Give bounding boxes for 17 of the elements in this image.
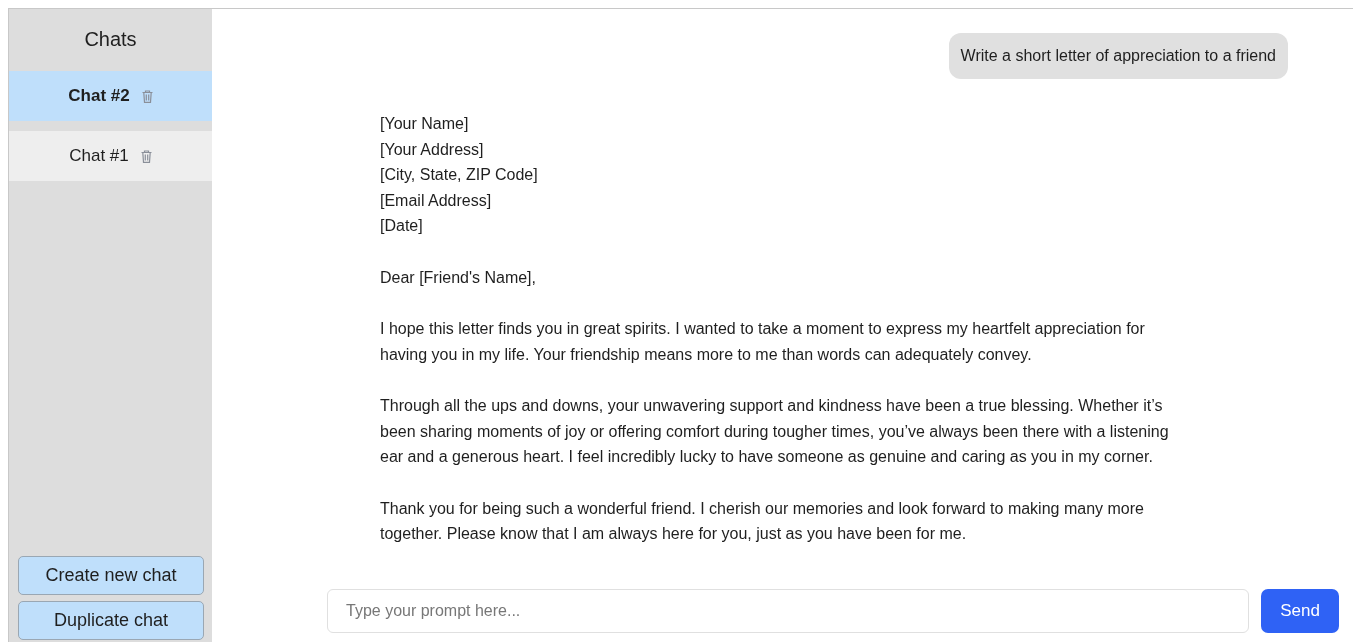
response-paragraph: Dear [Friend's Name], bbox=[380, 267, 537, 288]
chat-label: Chat #1 bbox=[69, 146, 129, 166]
response-paragraph: I hope this letter finds you in great spirits. I wanted to take a moment to express my heartfelt appreciation for having you in my life. Your friendship means more to me than words can adequately convey. bbox=[380, 319, 1146, 365]
trash-icon[interactable] bbox=[141, 89, 153, 103]
chat-label: Chat #2 bbox=[68, 86, 130, 106]
sidebar-button[interactable]: Duplicate chat bbox=[18, 601, 204, 640]
response-paragraph: [Your Name] [Your Address] [City, State, ZIP Code] [Email Address] [Date] bbox=[380, 114, 539, 236]
send-button[interactable]: Send bbox=[1261, 589, 1339, 633]
prompt-field[interactable]: Type your prompt here... bbox=[327, 589, 1249, 633]
sidebar-title: Chats bbox=[83, 27, 138, 52]
response-paragraph: Through all the ups and downs, your unwavering support and kindness have been a true blessing. Whether it’s been sharing moments of joy or offering comfort during tougher times, you’ve always been there with a listening ear and a generous heart. I feel incredibly lucky to have someone as genuine and caring as you in my corner. bbox=[380, 396, 1170, 467]
response-paragraph: Thank you for being such a wonderful friend. I cherish our memories and look forward to making many more together. Please know that I am always here for you, just as you have been for me. bbox=[380, 498, 1145, 544]
chat-item[interactable]: Chat #2 bbox=[9, 71, 212, 121]
chat-item[interactable]: Chat #1 bbox=[9, 131, 212, 181]
trash-icon[interactable] bbox=[140, 149, 152, 163]
user-message: Write a short letter of appreciation to a friend bbox=[948, 33, 1288, 79]
sidebar-button[interactable]: Create new chat bbox=[18, 556, 204, 595]
